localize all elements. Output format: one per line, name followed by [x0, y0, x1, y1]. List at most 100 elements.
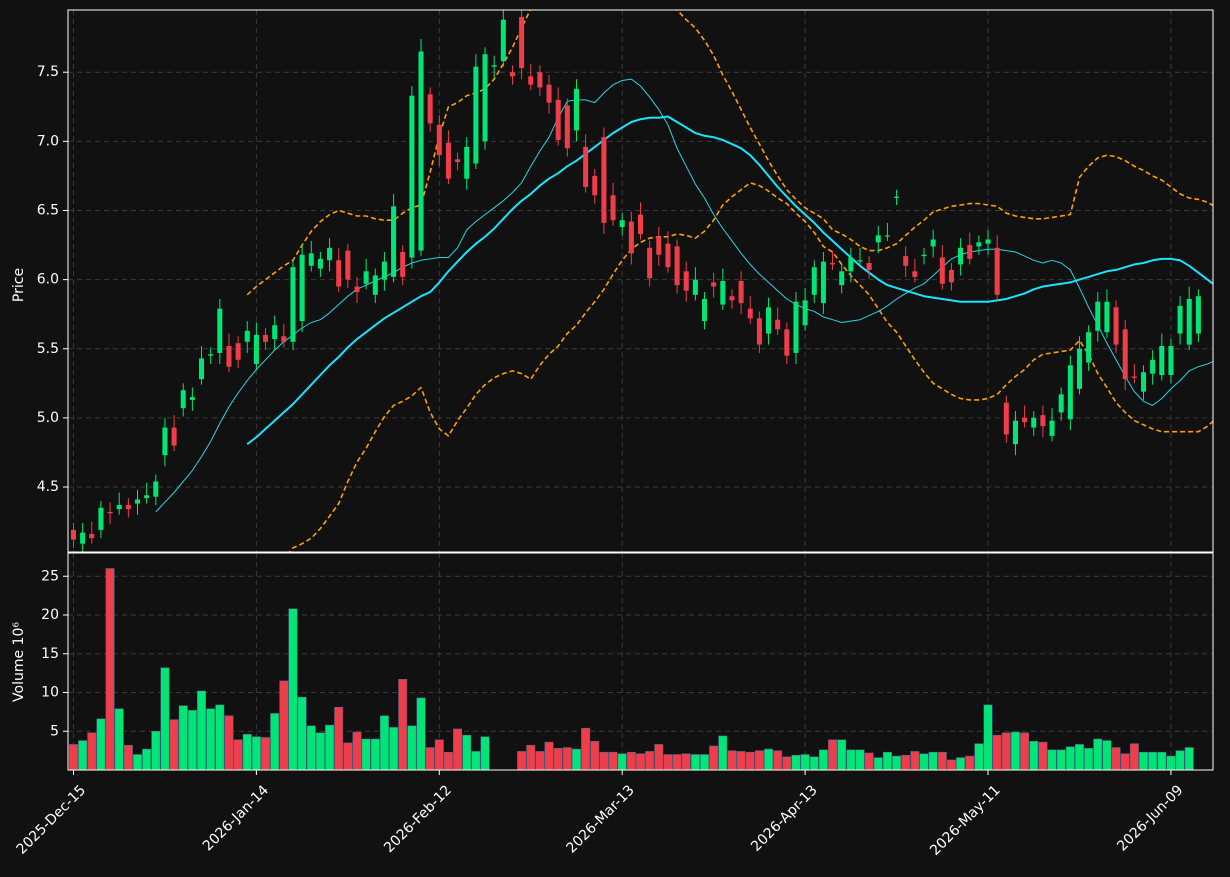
candle-body	[317, 258, 323, 269]
volume-bar	[782, 756, 792, 771]
candle-body	[107, 511, 113, 514]
candle-body	[637, 214, 644, 234]
volume-bar	[599, 751, 609, 771]
volume-bar	[114, 708, 124, 771]
volume-tick-label: 25	[41, 568, 59, 584]
candle-body	[546, 84, 552, 103]
volume-bar	[919, 753, 929, 771]
volume-bar	[773, 750, 783, 771]
candle-body	[1104, 301, 1110, 333]
volume-bar	[910, 751, 920, 771]
volume-bar	[572, 748, 581, 771]
volume-bar	[270, 713, 280, 771]
candle-body	[189, 397, 195, 400]
volume-bar	[389, 727, 399, 771]
candle-body	[327, 247, 333, 261]
candle-body	[290, 267, 296, 342]
volume-bar	[590, 741, 600, 771]
candle-body	[400, 251, 406, 277]
candle-body	[171, 427, 177, 446]
candle-body	[519, 16, 525, 69]
candle-body	[217, 308, 223, 353]
candle-body	[1040, 415, 1046, 427]
candle-body	[272, 325, 278, 340]
candle-body	[354, 286, 360, 293]
candle-body	[656, 236, 662, 255]
volume-bar	[197, 690, 206, 771]
volume-bar	[617, 753, 627, 771]
candle-body	[793, 301, 799, 353]
volume-bar	[1148, 751, 1158, 771]
volume-tick-label: 15	[41, 646, 59, 662]
candle-body	[308, 253, 314, 266]
volume-bar	[343, 742, 353, 771]
candle-body	[976, 242, 982, 247]
volume-bar	[736, 751, 746, 771]
candle-body	[610, 195, 616, 221]
candle-body	[1012, 420, 1018, 445]
volume-bar	[1166, 755, 1176, 771]
volume-bar	[727, 750, 737, 771]
volume-tick-label: 10	[41, 685, 59, 701]
candle-body	[1095, 301, 1101, 331]
volume-bar	[187, 710, 197, 771]
candle-body	[857, 260, 863, 262]
volume-bar	[1001, 732, 1011, 771]
candle-body	[263, 334, 269, 342]
candle-body	[1076, 348, 1082, 389]
candle-body	[153, 481, 159, 497]
volume-bar	[626, 751, 636, 771]
candle-body	[866, 263, 872, 270]
volume-bar	[1075, 744, 1084, 771]
candle-body	[1022, 417, 1028, 423]
volume-bar	[1056, 749, 1066, 771]
stock-chart: 2025-Dec-15 2026-Jan-14 2026-Feb-12 2026-Ma…	[0, 0, 1230, 873]
candle-body	[903, 256, 909, 266]
volume-bar	[160, 667, 170, 771]
volume-bar	[1102, 740, 1112, 771]
volume-bar	[800, 754, 810, 771]
volume-axis-label: Volume 10⁶	[11, 622, 27, 702]
volume-bar	[206, 708, 216, 771]
candle-body	[720, 281, 726, 305]
candle-body	[921, 254, 927, 257]
volume-bar	[873, 757, 883, 771]
volume-bar	[764, 748, 773, 771]
volume-bar	[215, 704, 225, 771]
volume-bar	[352, 731, 362, 771]
candle-body	[299, 254, 305, 322]
price-tick-label: 4.5	[37, 479, 59, 495]
candle-body	[1168, 345, 1174, 376]
candle-body	[811, 267, 817, 295]
volume-bar	[233, 739, 243, 771]
candle-body	[747, 308, 753, 319]
candle-body	[784, 329, 790, 356]
volume-bar	[480, 736, 490, 771]
volume-bar	[645, 751, 655, 771]
candle-body	[363, 271, 369, 284]
volume-bar	[69, 744, 78, 771]
candle-body	[738, 281, 744, 304]
volume-bar	[1029, 741, 1039, 771]
volume-bar	[443, 751, 453, 771]
volume-bar	[425, 747, 435, 771]
candle-body	[253, 334, 259, 364]
volume-bar	[709, 745, 719, 771]
volume-bar	[837, 739, 847, 771]
candle-body	[1177, 305, 1183, 334]
chart-svg: 2025-Dec-15 2026-Jan-14 2026-Feb-12 2026-Ma…	[0, 0, 1230, 873]
candle-body	[1058, 394, 1064, 413]
candle-body	[692, 279, 698, 295]
volume-bar	[379, 715, 389, 771]
volume-tick-label: 20	[41, 607, 59, 623]
candle-body	[930, 239, 936, 247]
candle-body	[848, 257, 854, 272]
volume-bar	[242, 734, 252, 771]
candle-body	[500, 19, 506, 62]
volume-bar	[251, 736, 261, 771]
candle-body	[372, 275, 378, 295]
volume-bar	[151, 731, 161, 771]
volume-bar	[928, 751, 938, 771]
volume-bar	[517, 751, 527, 771]
candle-body	[555, 99, 561, 140]
